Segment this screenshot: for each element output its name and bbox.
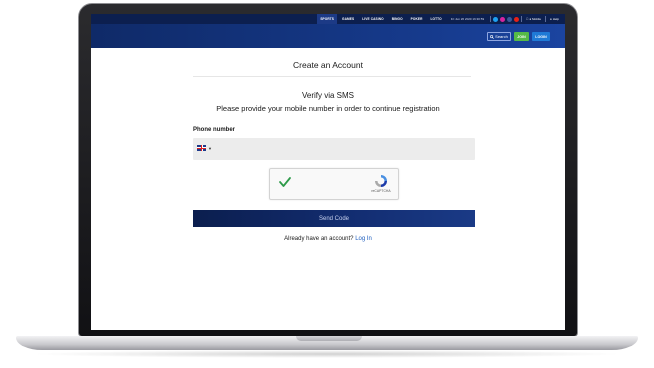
phone-number-input[interactable] (193, 138, 475, 160)
mobile-apps-link[interactable]:  ● Mobile (524, 17, 543, 21)
nav-link-lotto[interactable]: LOTTO (428, 17, 445, 21)
join-button[interactable]: JOIN (514, 32, 529, 41)
search-label: Search (495, 34, 508, 39)
country-code-select[interactable]: ▼ (197, 145, 212, 151)
nav-link-sports[interactable]: SPORTS (317, 14, 338, 24)
nav-link-live-casino[interactable]: LIVE CASINO (359, 17, 386, 21)
screen: SPORTS GAMES LIVE CASINO BINGO POKER LOT… (91, 14, 565, 330)
nav-link-games[interactable]: GAMES (339, 17, 357, 21)
title-divider (193, 76, 471, 77)
mobile-label: Mobile (532, 17, 542, 21)
instagram-icon[interactable] (500, 16, 506, 22)
recaptcha-widget: reCAPTCHA (269, 168, 399, 200)
chat-icon: ● (550, 17, 552, 21)
nav-divider (521, 16, 523, 22)
nav-divider (545, 16, 547, 22)
checkmark-icon[interactable] (278, 175, 292, 189)
verify-title: Verify via SMS (301, 91, 354, 100)
nav-link-poker[interactable]: POKER (408, 17, 426, 21)
nav-link-bingo[interactable]: BINGO (389, 17, 406, 21)
chevron-down-icon: ▼ (208, 145, 212, 151)
android-icon: ● (529, 17, 532, 21)
search-button[interactable]: Search (487, 32, 511, 41)
nav-divider (490, 16, 492, 22)
recaptcha-logo-icon (375, 175, 387, 187)
verify-description: Please provide your mobile number in ord… (216, 104, 440, 113)
uk-flag-icon (197, 145, 206, 151)
site-header: Search JOIN LOGIN (91, 24, 565, 48)
login-prompt-text: Already have an account? (284, 236, 354, 242)
log-in-link[interactable]: Log In (355, 236, 372, 242)
laptop-frame: SPORTS GAMES LIVE CASINO BINGO POKER LOT… (0, 0, 654, 368)
twitter-icon[interactable] (493, 16, 499, 22)
send-code-button[interactable]: Send Code (193, 210, 475, 227)
laptop-shadow (30, 350, 624, 358)
phone-number-label: Phone number (193, 127, 236, 133)
recaptcha-label: reCAPTCHA (371, 189, 391, 193)
top-nav: SPORTS GAMES LIVE CASINO BINGO POKER LOT… (91, 14, 565, 24)
login-prompt-row: Already have an account? Log In (91, 236, 565, 242)
laptop-notch (296, 336, 362, 341)
search-icon (490, 34, 495, 39)
datetime-display: Fri Jun 26 2020 16:30:59 (450, 17, 485, 21)
facebook-icon[interactable] (507, 16, 513, 22)
apple-icon:  (526, 17, 528, 21)
help-label: Help (552, 17, 559, 21)
page-title: Create an Account (293, 60, 363, 70)
help-link[interactable]: ● Help (548, 17, 561, 21)
login-button[interactable]: LOGIN (532, 32, 550, 41)
youtube-icon[interactable] (514, 16, 520, 22)
